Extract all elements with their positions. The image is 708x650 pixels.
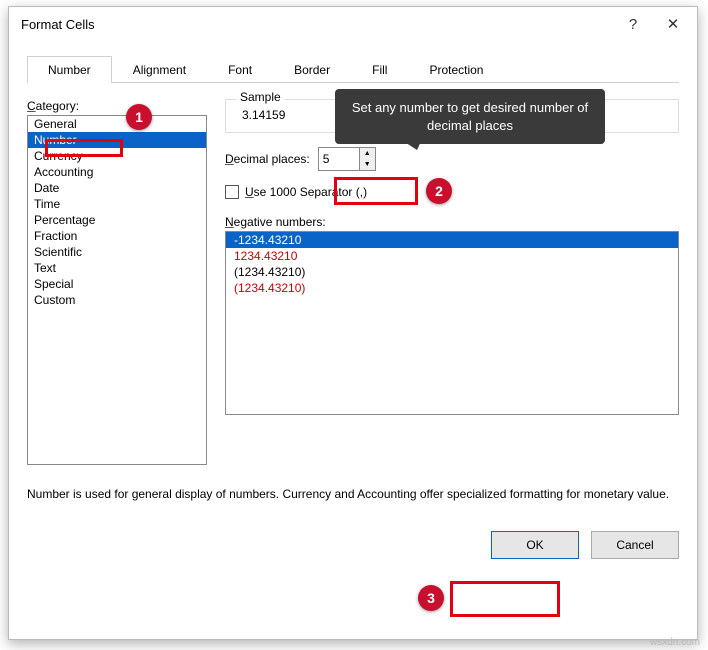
decimal-input[interactable] bbox=[319, 148, 359, 170]
tab-fill[interactable]: Fill bbox=[351, 56, 408, 83]
button-row: OK Cancel bbox=[27, 531, 679, 559]
decimal-row: Decimal places: ▲ ▼ bbox=[225, 147, 679, 171]
close-button[interactable]: ✕ bbox=[653, 9, 693, 39]
cancel-button[interactable]: Cancel bbox=[591, 531, 679, 559]
category-item-percentage[interactable]: Percentage bbox=[28, 212, 206, 228]
category-item-accounting[interactable]: Accounting bbox=[28, 164, 206, 180]
spin-down-icon[interactable]: ▼ bbox=[360, 159, 375, 170]
sample-box: Sample 3.14159 bbox=[225, 99, 679, 133]
negative-item[interactable]: -1234.43210 bbox=[226, 232, 678, 248]
dialog-title: Format Cells bbox=[21, 17, 613, 32]
tab-alignment[interactable]: Alignment bbox=[112, 56, 207, 83]
negative-item[interactable]: (1234.43210) bbox=[226, 264, 678, 280]
negative-item[interactable]: (1234.43210) bbox=[226, 280, 678, 296]
ok-button[interactable]: OK bbox=[491, 531, 579, 559]
titlebar: Format Cells ? ✕ bbox=[9, 7, 697, 41]
category-item-time[interactable]: Time bbox=[28, 196, 206, 212]
category-item-custom[interactable]: Custom bbox=[28, 292, 206, 308]
tab-body: Category: General Number Currency Accoun… bbox=[27, 99, 679, 465]
category-item-currency[interactable]: Currency bbox=[28, 148, 206, 164]
tab-border[interactable]: Border bbox=[273, 56, 351, 83]
tab-strip: Number Alignment Font Border Fill Protec… bbox=[27, 55, 679, 83]
options-panel: Sample 3.14159 Decimal places: ▲ ▼ bbox=[225, 99, 679, 465]
tab-font[interactable]: Font bbox=[207, 56, 273, 83]
watermark: wsxdn.com bbox=[650, 637, 700, 648]
separator-checkbox[interactable] bbox=[225, 185, 239, 199]
category-description: Number is used for general display of nu… bbox=[27, 485, 679, 503]
category-item-number[interactable]: Number bbox=[28, 132, 206, 148]
spin-up-icon[interactable]: ▲ bbox=[360, 148, 375, 159]
category-item-fraction[interactable]: Fraction bbox=[28, 228, 206, 244]
category-item-general[interactable]: General bbox=[28, 116, 206, 132]
category-item-date[interactable]: Date bbox=[28, 180, 206, 196]
format-cells-dialog: Format Cells ? ✕ Number Alignment Font B… bbox=[8, 6, 698, 640]
help-button[interactable]: ? bbox=[613, 9, 653, 39]
separator-label: Use 1000 Separator (,) bbox=[245, 185, 367, 199]
category-item-special[interactable]: Special bbox=[28, 276, 206, 292]
separator-row[interactable]: Use 1000 Separator (,) bbox=[225, 185, 679, 199]
negative-label: Negative numbers: bbox=[225, 215, 679, 229]
tab-protection[interactable]: Protection bbox=[408, 56, 504, 83]
dialog-content: Number Alignment Font Border Fill Protec… bbox=[9, 41, 697, 573]
sample-value: 3.14159 bbox=[236, 108, 668, 122]
category-item-text[interactable]: Text bbox=[28, 260, 206, 276]
category-item-scientific[interactable]: Scientific bbox=[28, 244, 206, 260]
sample-label: Sample bbox=[236, 90, 285, 104]
category-label: Category: bbox=[27, 99, 207, 113]
category-listbox[interactable]: General Number Currency Accounting Date … bbox=[27, 115, 207, 465]
tab-number[interactable]: Number bbox=[27, 56, 112, 83]
negative-item[interactable]: 1234.43210 bbox=[226, 248, 678, 264]
decimal-spinner[interactable]: ▲ ▼ bbox=[318, 147, 376, 171]
decimal-label: Decimal places: bbox=[225, 152, 310, 166]
negative-listbox[interactable]: -1234.43210 1234.43210 (1234.43210) (123… bbox=[225, 231, 679, 415]
category-panel: Category: General Number Currency Accoun… bbox=[27, 99, 207, 465]
